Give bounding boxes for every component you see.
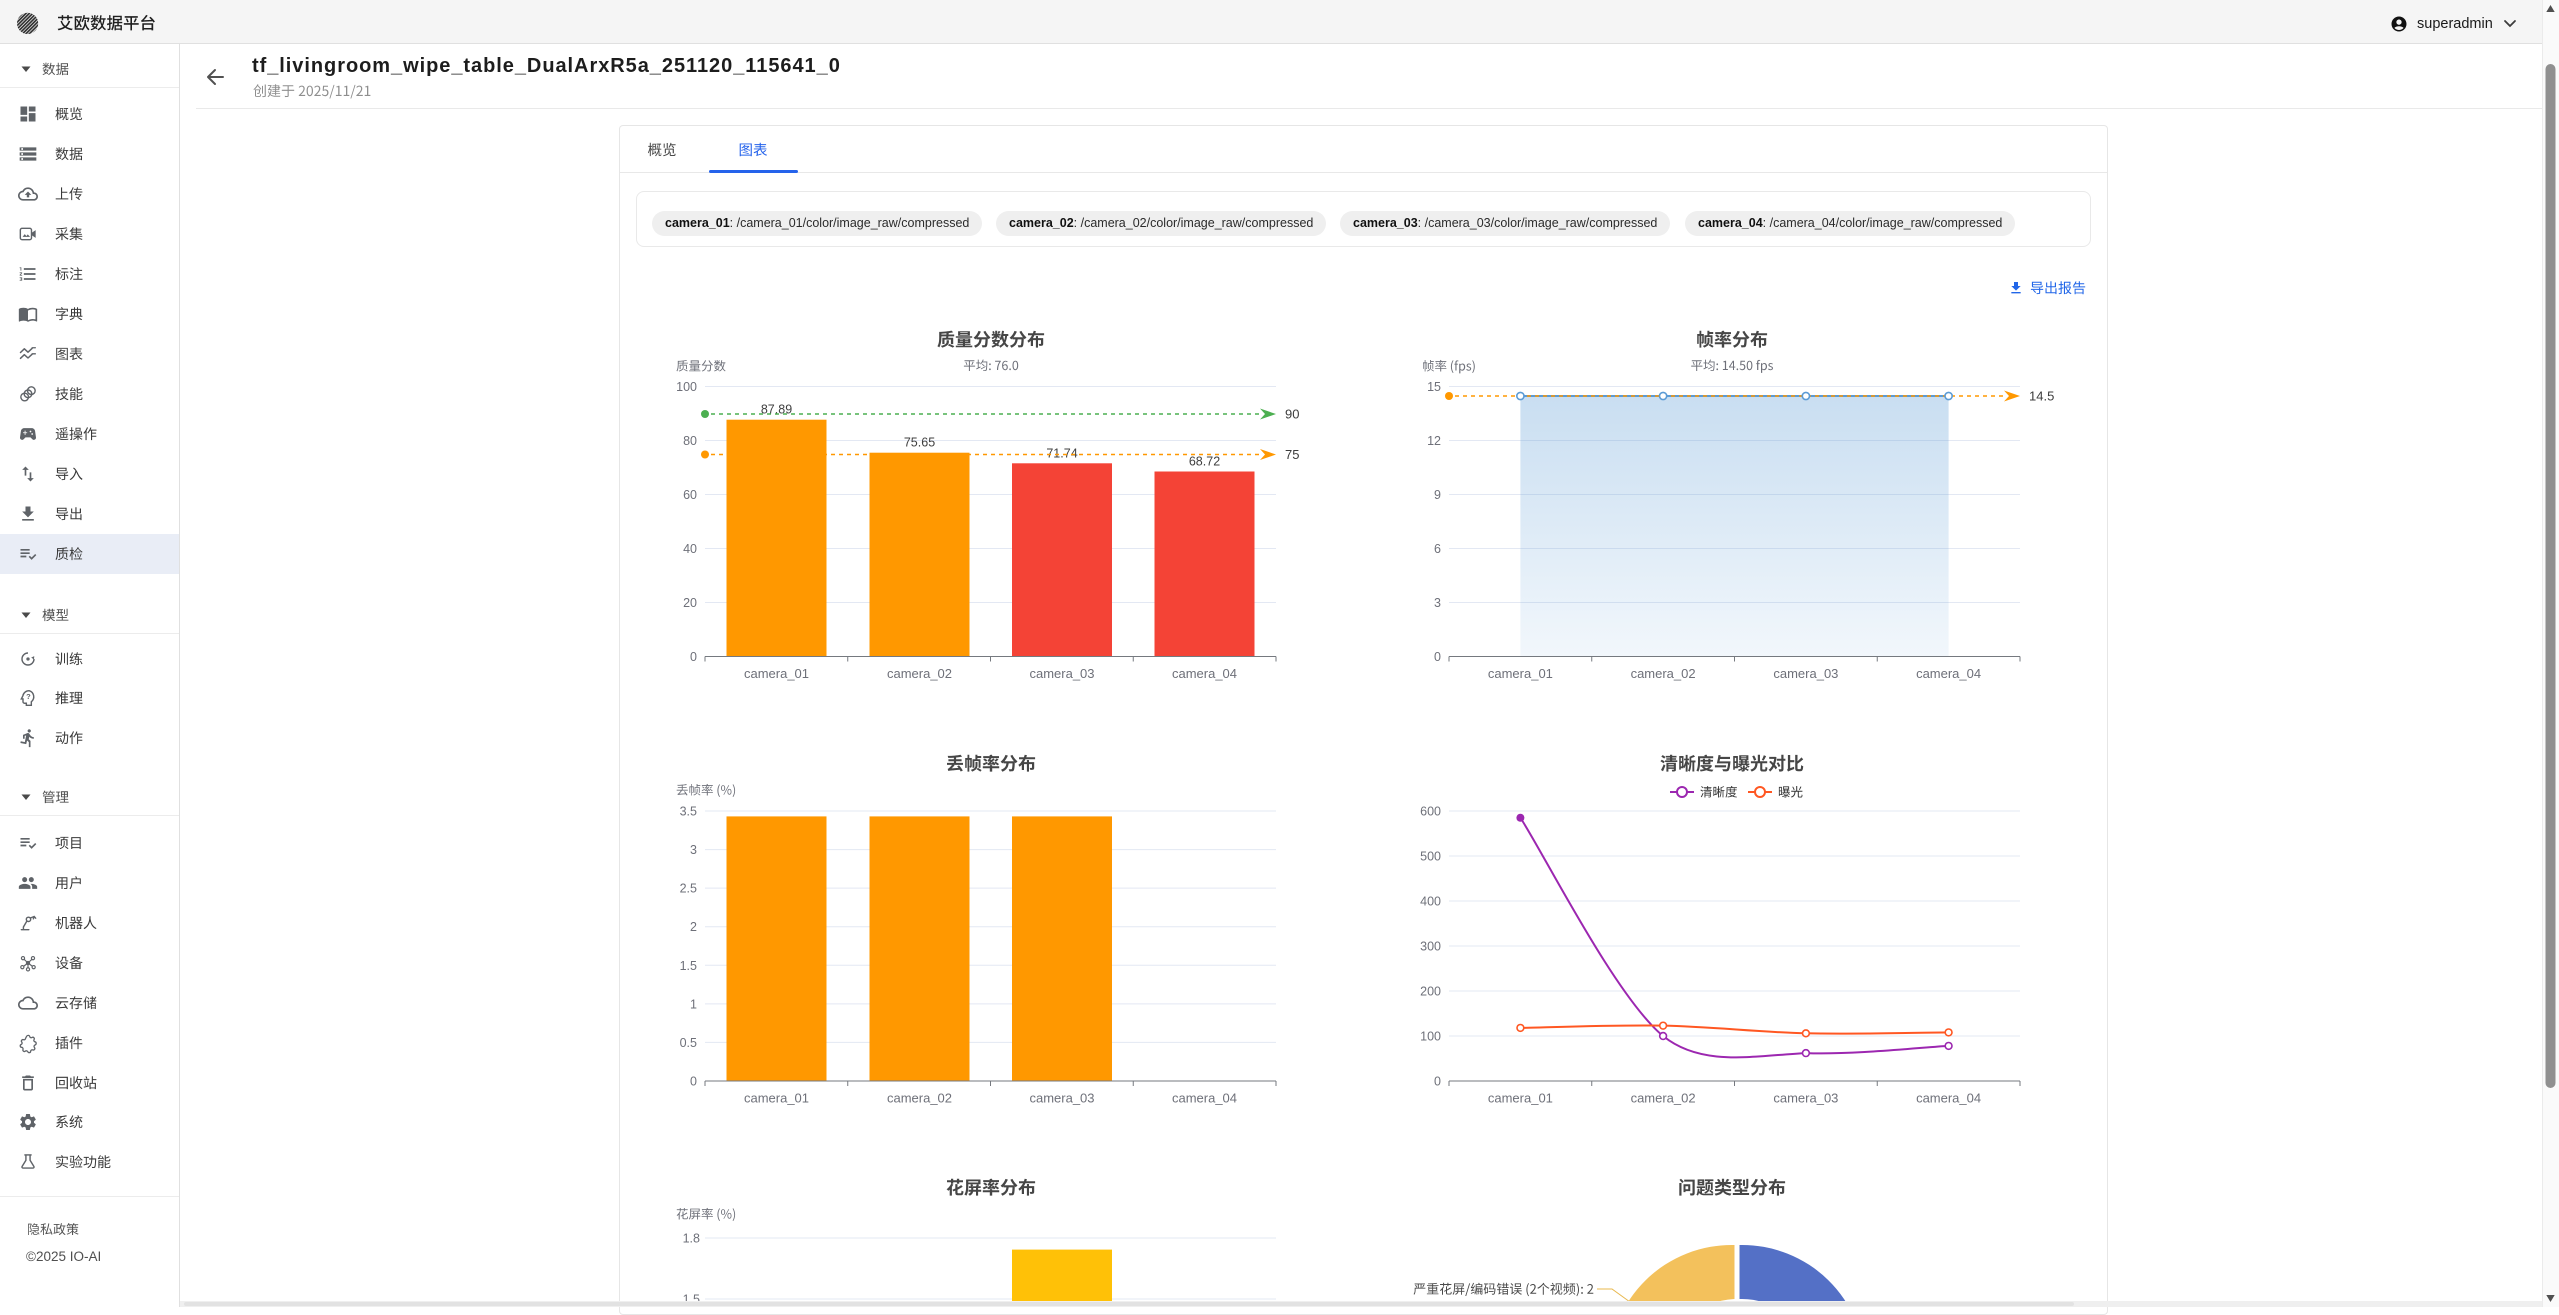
svg-text:camera_01: camera_01 [1488, 666, 1553, 681]
svg-text:0: 0 [1434, 650, 1441, 664]
svg-text:camera_02: camera_02 [1631, 666, 1696, 681]
svg-text:3.5: 3.5 [680, 805, 697, 819]
svg-text:camera_04: camera_04 [1172, 666, 1237, 681]
svg-text:3: 3 [690, 843, 697, 857]
svg-text:9: 9 [1434, 488, 1441, 502]
svg-text:camera_01: camera_01 [1488, 1091, 1553, 1106]
svg-text:400: 400 [1420, 895, 1441, 909]
svg-text:camera_02: camera_02 [887, 1091, 952, 1106]
svg-text:14.5: 14.5 [2029, 389, 2054, 404]
svg-text:100: 100 [1420, 1030, 1441, 1044]
svg-text:0: 0 [1434, 1075, 1441, 1089]
svg-text:camera_04: camera_04 [1916, 1091, 1981, 1106]
svg-text:20: 20 [683, 596, 697, 610]
svg-text:camera_04: camera_04 [1172, 1091, 1237, 1106]
svg-text:camera_03: camera_03 [1773, 1091, 1838, 1106]
svg-text:15: 15 [1427, 380, 1441, 394]
svg-text:3: 3 [1434, 596, 1441, 610]
svg-text:1: 1 [690, 997, 697, 1011]
svg-text:40: 40 [683, 542, 697, 556]
svg-text:12: 12 [1427, 434, 1441, 448]
svg-text:camera_02: camera_02 [887, 666, 952, 681]
svg-text:2.5: 2.5 [680, 882, 697, 896]
svg-text:1.5: 1.5 [680, 959, 697, 973]
svg-text:0.5: 0.5 [680, 1036, 697, 1050]
svg-text:75: 75 [1285, 447, 1299, 462]
svg-text:camera_02: camera_02 [1631, 1091, 1696, 1106]
svg-text:?: ? [26, 692, 31, 701]
svg-text:2: 2 [690, 920, 697, 934]
svg-text:camera_04: camera_04 [1916, 666, 1981, 681]
svg-text:camera_03: camera_03 [1029, 1091, 1094, 1106]
svg-text:90: 90 [1285, 407, 1299, 422]
svg-text:68.72: 68.72 [1189, 455, 1220, 469]
svg-text:1.8: 1.8 [683, 1232, 700, 1246]
svg-text:60: 60 [683, 488, 697, 502]
svg-text:600: 600 [1420, 805, 1441, 819]
svg-text:camera_03: camera_03 [1773, 666, 1838, 681]
svg-text:100: 100 [676, 380, 697, 394]
svg-text:camera_03: camera_03 [1029, 666, 1094, 681]
svg-text:camera_01: camera_01 [744, 1091, 809, 1106]
svg-text:75.65: 75.65 [904, 436, 935, 450]
svg-text:6: 6 [1434, 542, 1441, 556]
svg-text:500: 500 [1420, 850, 1441, 864]
svg-text:0: 0 [690, 650, 697, 664]
svg-text:80: 80 [683, 434, 697, 448]
svg-text:71.74: 71.74 [1046, 446, 1077, 460]
svg-text:camera_01: camera_01 [744, 666, 809, 681]
svg-text:200: 200 [1420, 985, 1441, 999]
svg-text:300: 300 [1420, 940, 1441, 954]
svg-text:0: 0 [690, 1075, 697, 1089]
